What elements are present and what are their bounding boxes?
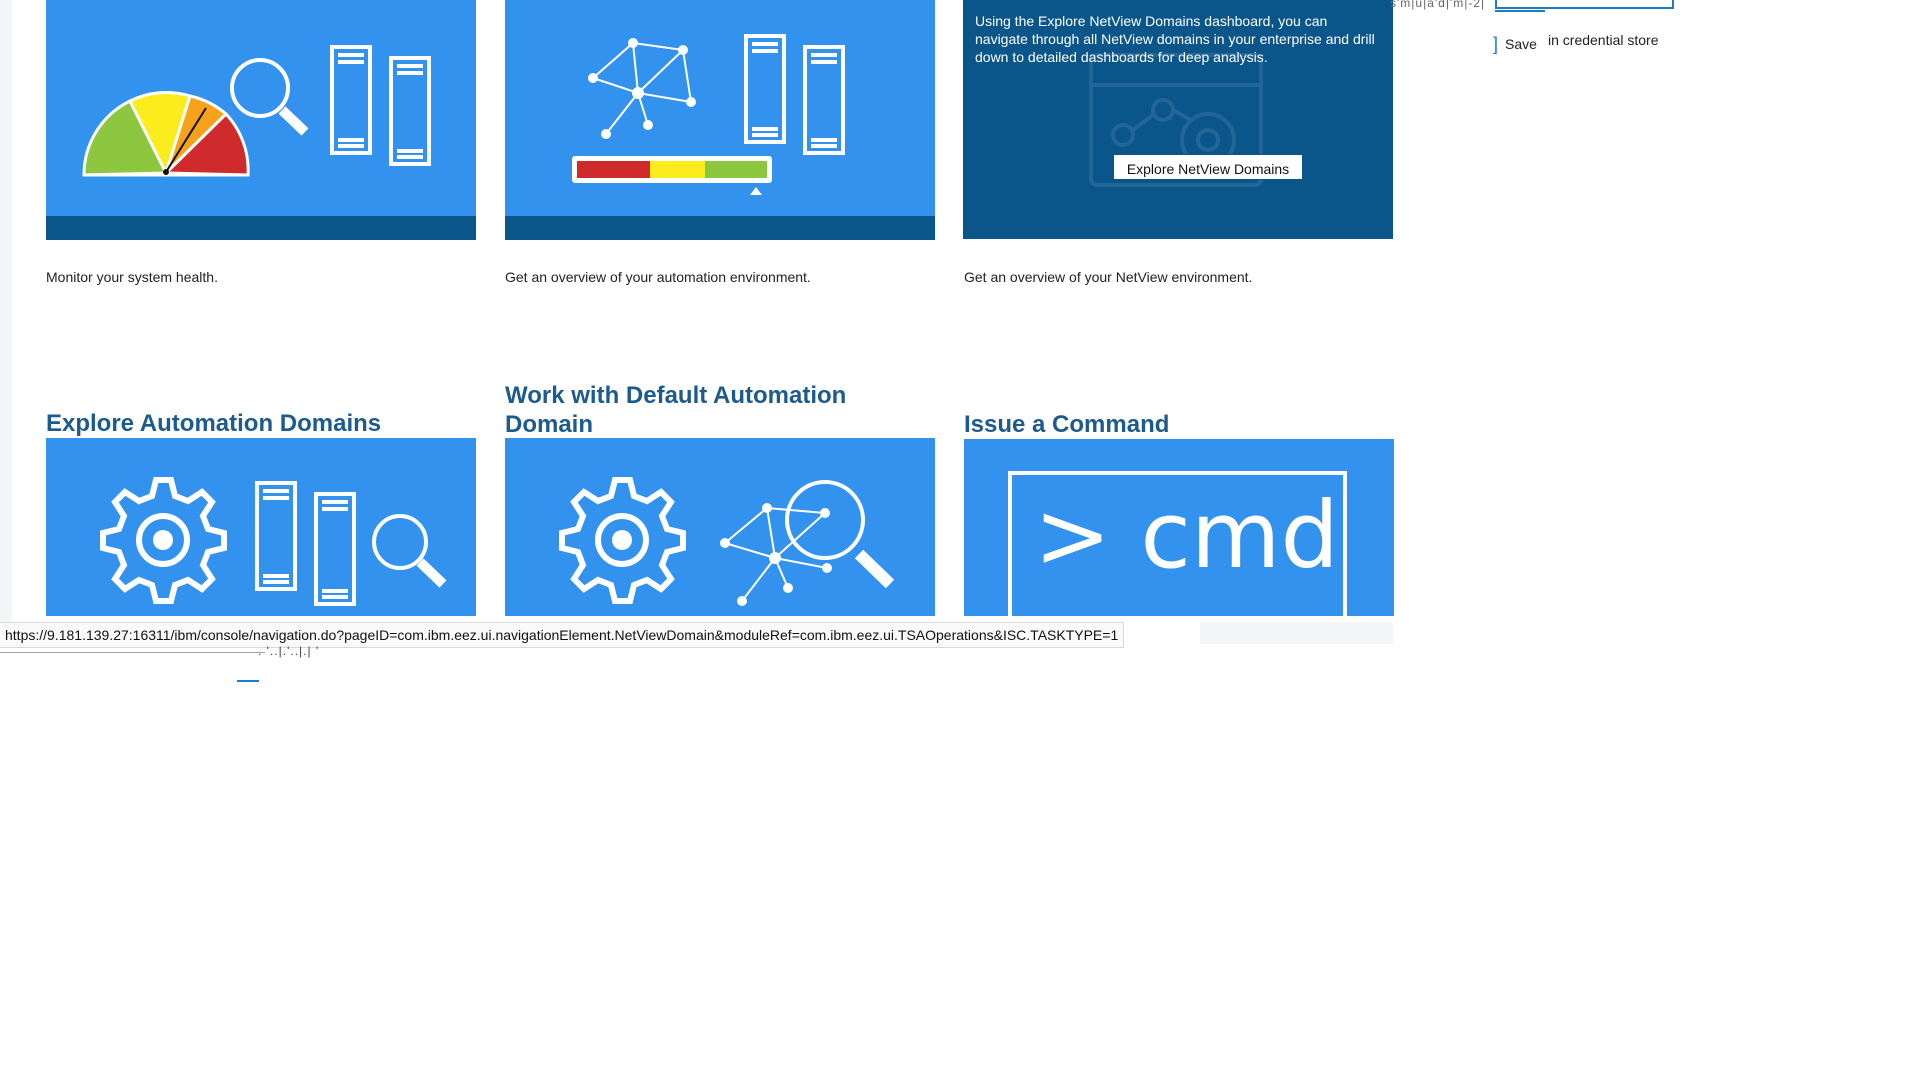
explore-automation-domains-tile[interactable] [46,438,476,616]
tile-description: Monitor your system health. [46,269,218,285]
netview-overview-tile[interactable]: Using the Explore NetView Domains dashbo… [963,0,1393,239]
tile-footer-bar [963,215,1393,239]
page-footer-strip [1200,622,1393,644]
netview-help-text: Using the Explore NetView Domains dashbo… [975,13,1375,65]
automation-overview-tile[interactable] [505,0,935,240]
password-input[interactable] [1495,0,1674,9]
gauge-icon [82,91,250,178]
divider-line [0,652,265,653]
system-health-image [46,0,476,240]
explore-automation-image [46,438,476,616]
explore-automation-domains-title[interactable]: Explore Automation Domains [46,409,476,438]
default-automation-image [505,438,935,616]
tile-footer-bar [46,216,476,240]
tile-footer-bar [505,216,935,240]
input-focus-line [1495,10,1545,12]
server-icon [255,481,356,606]
server-icon [330,45,431,166]
credential-store-label: in credential store [1548,32,1659,48]
system-health-tile[interactable] [46,0,476,240]
automation-overview-image [505,0,935,240]
status-bar-url: https://9.181.139.27:16311/ibm/console/n… [0,622,1125,648]
left-sidebar-strip [0,0,12,640]
command-window-icon: > cmd [1008,471,1347,616]
issue-command-tile[interactable]: > cmd [964,439,1394,616]
status-bar-icon [572,156,772,195]
tile-description: Get an overview of your NetView environm… [964,269,1253,285]
save-label: Save [1505,36,1537,52]
default-automation-domain-title[interactable]: Work with Default Automation Domain [505,381,885,439]
default-automation-domain-tile[interactable] [505,438,935,616]
loading-fragment: . '..|.'..|.| ' [258,644,320,658]
save-checkbox[interactable]: ] [1493,34,1498,55]
cmd-text: > cmd [1034,482,1339,589]
password-field-fragment: s'm|u|a'd|'m|-2| [1390,0,1486,10]
server-icon [744,34,845,155]
magnifier-icon [372,514,447,588]
credential-area: s'm|u|a'd|'m|-2| ] Save in credential st… [1390,0,1690,60]
magnifier-icon [230,58,309,136]
network-icon [588,38,696,139]
focus-dash [237,680,259,682]
tile-description: Get an overview of your automation envir… [505,269,811,285]
explore-netview-domains-button[interactable]: Explore NetView Domains [1113,154,1303,180]
issue-command-image: > cmd [964,439,1394,616]
issue-command-title[interactable]: Issue a Command [964,410,1394,439]
